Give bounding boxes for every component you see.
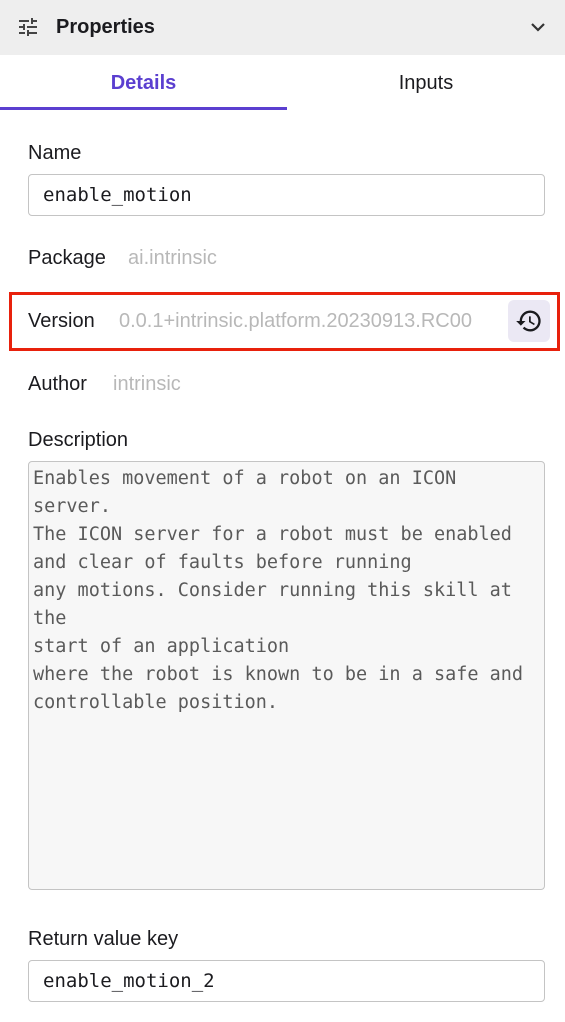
package-label: Package [28, 247, 106, 269]
tab-details[interactable]: Details [0, 55, 287, 111]
active-tab-indicator [0, 107, 287, 110]
description-label: Description [28, 429, 129, 451]
chevron-down-icon[interactable] [526, 15, 550, 39]
name-label: Name [28, 142, 82, 164]
version-value: 0.0.1+intrinsic.platform.20230913.RC00 [119, 310, 472, 332]
return-value-key-label: Return value key [28, 928, 179, 950]
version-history-button[interactable] [508, 300, 550, 342]
tune-icon [19, 18, 37, 36]
author-label: Author [28, 373, 87, 395]
history-icon [516, 310, 541, 332]
properties-header[interactable]: Properties [0, 0, 565, 55]
author-value: intrinsic [113, 373, 181, 395]
package-value: ai.intrinsic [128, 247, 217, 269]
name-field[interactable]: enable_motion [28, 174, 545, 216]
return-value-key-field[interactable]: enable_motion_2 [28, 960, 545, 1002]
tab-inputs[interactable]: Inputs [287, 55, 565, 111]
panel-title: Properties [56, 16, 155, 38]
version-label: Version [28, 310, 95, 332]
tab-bar: Details Inputs [0, 55, 565, 111]
description-textarea[interactable]: Enables movement of a robot on an ICON s… [28, 461, 545, 890]
